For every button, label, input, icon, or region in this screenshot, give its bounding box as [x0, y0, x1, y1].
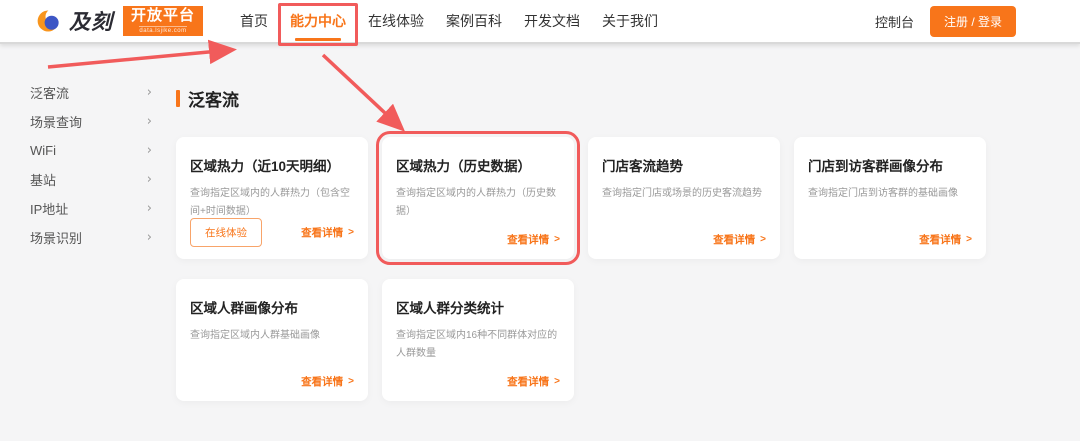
card-footer: 在线体验 查看详情 >	[190, 218, 354, 247]
sidebar-item-label: WiFi	[30, 143, 56, 158]
nav-item-label: 关于我们	[602, 13, 659, 29]
main-panel: 泛客流 区域热力（近10天明细） 查询指定区域内的人群热力（包含空间+时间数据）…	[170, 44, 1080, 401]
view-details-label: 查看详情	[301, 227, 344, 239]
chevron-right-icon: ›	[146, 143, 152, 158]
card-title: 区域人群分类统计	[396, 301, 504, 316]
chevron-right-icon: >	[348, 227, 354, 238]
card-description: 查询指定门店到访客群的基础画像	[808, 188, 958, 199]
active-tab-underline	[295, 38, 342, 41]
card-description: 查询指定区域内人群基础画像	[190, 330, 320, 341]
card-footer: 查看详情 >	[190, 374, 354, 389]
nav-item-label: 开发文档	[524, 13, 581, 29]
card-footer: 查看详情 >	[808, 232, 972, 247]
card-description: 查询指定门店或场景的历史客流趋势	[602, 188, 762, 199]
sidebar: 泛客流 › 场景查询 › WiFi › 基站 › IP地址 › 场景识别 ›	[0, 44, 170, 401]
chevron-right-icon: ›	[146, 172, 152, 187]
view-details-label: 查看详情	[713, 234, 756, 246]
sidebar-item-wifi[interactable]: WiFi ›	[30, 136, 152, 165]
card-description: 查询指定区域内16种不同群体对应的人群数量	[396, 330, 558, 359]
sidebar-item-scene-query[interactable]: 场景查询 ›	[30, 107, 152, 136]
card-description: 查询指定区域内的人群热力（包含空间+时间数据）	[190, 188, 350, 217]
card-area-heat-history[interactable]: 区域热力（历史数据） 查询指定区域内的人群热力（历史数据） 查看详情 >	[376, 131, 580, 265]
chevron-right-icon: >	[554, 234, 560, 245]
capability-card-grid: 区域热力（近10天明细） 查询指定区域内的人群热力（包含空间+时间数据） 在线体…	[176, 131, 1060, 401]
main-nav: 首页 能力中心 在线体验 案例百科 开发文档 关于我们	[229, 0, 669, 46]
chevron-right-icon: ›	[146, 230, 152, 245]
page: 及刻 开放平台 data.lsjike.com 首页 能力中心 在线体验 案例百…	[0, 0, 1080, 441]
nav-item-online-trial[interactable]: 在线体验	[368, 0, 424, 42]
nav-item-case-wiki[interactable]: 案例百科	[446, 0, 502, 42]
view-details-link[interactable]: 查看详情 >	[301, 225, 354, 240]
chevron-right-icon: >	[966, 234, 972, 245]
card-title: 门店客流趋势	[602, 159, 683, 174]
view-details-link[interactable]: 查看详情 >	[919, 232, 972, 247]
brand-name: 及刻	[69, 11, 113, 34]
sidebar-item-base-station[interactable]: 基站 ›	[30, 165, 152, 194]
register-login-button[interactable]: 注册 / 登录	[929, 5, 1016, 37]
sidebar-item-label: IP地址	[30, 202, 69, 217]
view-details-link[interactable]: 查看详情 >	[301, 374, 354, 389]
card-area-heat-10days[interactable]: 区域热力（近10天明细） 查询指定区域内的人群热力（包含空间+时间数据） 在线体…	[176, 137, 368, 259]
nav-item-about-us[interactable]: 关于我们	[602, 0, 658, 42]
view-details-link[interactable]: 查看详情 >	[507, 232, 560, 247]
card-title: 区域热力（近10天明细）	[190, 159, 341, 174]
nav-item-label: 首页	[240, 13, 269, 29]
card-title: 门店到访客群画像分布	[808, 159, 943, 174]
card-area-crowd-classification[interactable]: 区域人群分类统计 查询指定区域内16种不同群体对应的人群数量 查看详情 >	[382, 279, 574, 401]
header-right: 控制台 注册 / 登录	[875, 5, 1016, 37]
brand-badge-label: 开放平台	[131, 7, 196, 25]
view-details-label: 查看详情	[507, 376, 550, 388]
card-store-visitor-portrait[interactable]: 门店到访客群画像分布 查询指定门店到访客群的基础画像 查看详情 >	[794, 137, 986, 259]
top-header: 及刻 开放平台 data.lsjike.com 首页 能力中心 在线体验 案例百…	[0, 0, 1080, 46]
view-details-link[interactable]: 查看详情 >	[713, 232, 766, 247]
sidebar-item-label: 场景识别	[30, 231, 83, 246]
sidebar-item-ip-address[interactable]: IP地址 ›	[30, 194, 152, 223]
section-accent-bar	[176, 90, 180, 107]
card-footer: 查看详情 >	[396, 374, 560, 389]
chevron-right-icon: >	[760, 234, 766, 245]
card-footer: 查看详情 >	[396, 232, 560, 247]
card-footer: 查看详情 >	[602, 232, 766, 247]
chevron-right-icon: ›	[146, 114, 152, 129]
card-store-traffic-trend[interactable]: 门店客流趋势 查询指定门店或场景的历史客流趋势 查看详情 >	[588, 137, 780, 259]
nav-item-dev-docs[interactable]: 开发文档	[524, 0, 580, 42]
card-title: 区域热力（历史数据）	[396, 159, 531, 174]
brand-logo[interactable]: 及刻 开放平台 data.lsjike.com	[35, 6, 204, 36]
card-title: 区域人群画像分布	[190, 301, 298, 316]
nav-item-capability-center[interactable]: 能力中心	[278, 0, 359, 46]
sidebar-item-scene-recognition[interactable]: 场景识别 ›	[30, 223, 152, 252]
console-link[interactable]: 控制台	[875, 12, 914, 31]
content-area: 泛客流 › 场景查询 › WiFi › 基站 › IP地址 › 场景识别 › 泛…	[0, 44, 1080, 401]
sidebar-item-label: 场景查询	[30, 115, 83, 130]
card-area-crowd-portrait[interactable]: 区域人群画像分布 查询指定区域内人群基础画像 查看详情 >	[176, 279, 368, 401]
section-title: 泛客流	[188, 91, 239, 110]
sidebar-item-pan-passenger-flow[interactable]: 泛客流 ›	[30, 78, 152, 107]
section-header: 泛客流	[176, 86, 1060, 111]
brand-badge-domain: data.lsjike.com	[139, 25, 187, 34]
online-trial-button[interactable]: 在线体验	[190, 218, 262, 247]
brand-logo-icon	[37, 8, 62, 32]
chevron-right-icon: >	[554, 376, 560, 387]
nav-item-label: 案例百科	[446, 13, 503, 29]
view-details-label: 查看详情	[301, 376, 344, 388]
chevron-right-icon: ›	[146, 85, 152, 100]
view-details-label: 查看详情	[919, 234, 962, 246]
chevron-right-icon: >	[348, 376, 354, 387]
view-details-link[interactable]: 查看详情 >	[507, 374, 560, 389]
view-details-label: 查看详情	[507, 234, 550, 246]
brand-badge: 开放平台 data.lsjike.com	[123, 6, 204, 36]
sidebar-item-label: 泛客流	[30, 86, 70, 101]
sidebar-item-label: 基站	[30, 173, 57, 188]
card-description: 查询指定区域内的人群热力（历史数据）	[396, 188, 556, 217]
nav-item-home[interactable]: 首页	[240, 0, 268, 42]
nav-item-label: 在线体验	[368, 13, 425, 29]
nav-item-label: 能力中心	[290, 13, 347, 29]
chevron-right-icon: ›	[146, 201, 152, 216]
